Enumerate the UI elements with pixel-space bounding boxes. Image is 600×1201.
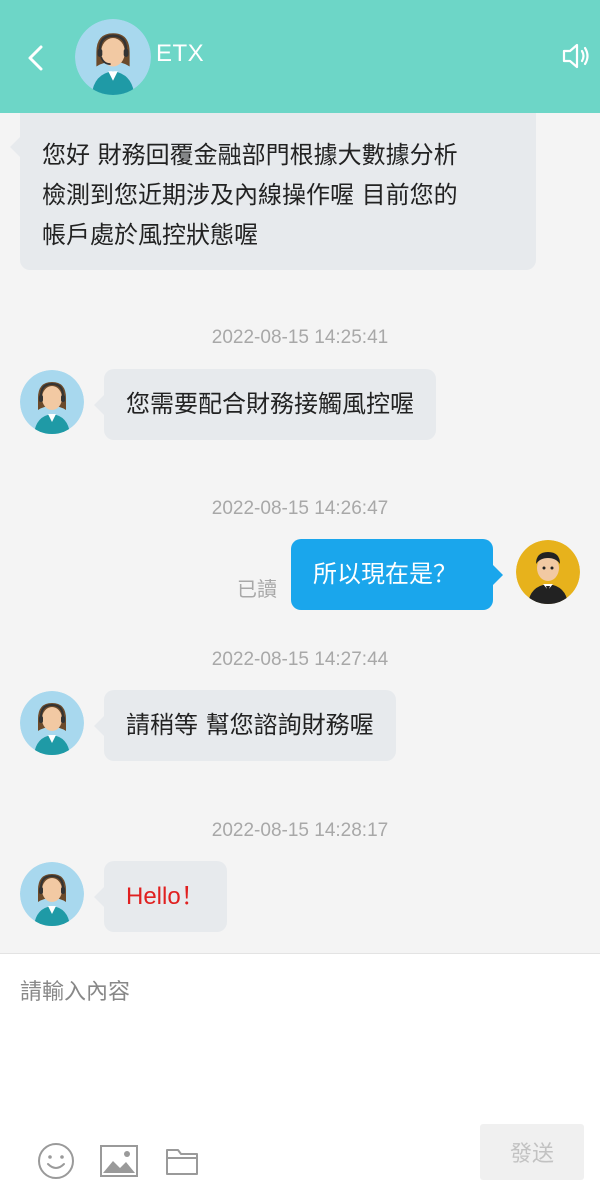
contact-avatar[interactable]	[75, 19, 151, 95]
composer: 發送	[0, 953, 600, 1201]
message-text: 您需要配合財務接觸風控喔	[126, 390, 414, 418]
speaker-button[interactable]	[558, 38, 594, 74]
agent-avatar[interactable]	[20, 691, 84, 755]
timestamp: 2022-08-15 14:28:17	[211, 820, 389, 841]
message-text: Hello！	[126, 883, 205, 910]
folder-button[interactable]	[165, 1144, 199, 1182]
timestamp: 2022-08-15 14:27:44	[211, 649, 389, 670]
timestamp: 2022-08-15 14:25:41	[211, 327, 389, 348]
bubble-tail	[10, 137, 20, 157]
message-bubble[interactable]: 所以現在是？	[291, 539, 503, 610]
message-list[interactable]: 您好 財務回覆金融部門根據大數據分析 檢測到您近期涉及內線操作喔 目前您的 帳戶…	[0, 113, 600, 953]
message-text: 請稍等 幫您諮詢財務喔	[126, 711, 374, 739]
message-text: 所以現在是？	[313, 560, 457, 588]
chat-title: ETX	[156, 40, 205, 67]
message-bubble[interactable]: 您需要配合財務接觸風控喔	[94, 369, 436, 440]
image-button[interactable]	[99, 1144, 139, 1182]
folder-icon	[166, 1149, 198, 1175]
chevron-left-icon	[28, 45, 43, 71]
speaker-icon	[562, 43, 589, 69]
back-button[interactable]	[20, 38, 50, 78]
read-status: 已讀	[237, 577, 277, 601]
image-icon	[100, 1145, 138, 1177]
send-button[interactable]: 發送	[480, 1124, 584, 1180]
agent-avatar[interactable]	[20, 862, 84, 926]
emoji-button[interactable]	[37, 1142, 75, 1184]
agent-avatar[interactable]	[20, 370, 84, 434]
message-bubble[interactable]: 您好 財務回覆金融部門根據大數據分析 檢測到您近期涉及內線操作喔 目前您的 帳戶…	[20, 113, 536, 270]
user-avatar[interactable]	[516, 540, 580, 604]
message-bubble[interactable]: 請稍等 幫您諮詢財務喔	[94, 690, 396, 761]
message-bubble[interactable]: Hello！	[94, 861, 227, 932]
chat-header: ETX	[0, 0, 600, 113]
emoji-icon	[38, 1143, 74, 1179]
timestamp: 2022-08-15 14:26:47	[211, 498, 389, 519]
message-input[interactable]	[20, 972, 580, 1012]
